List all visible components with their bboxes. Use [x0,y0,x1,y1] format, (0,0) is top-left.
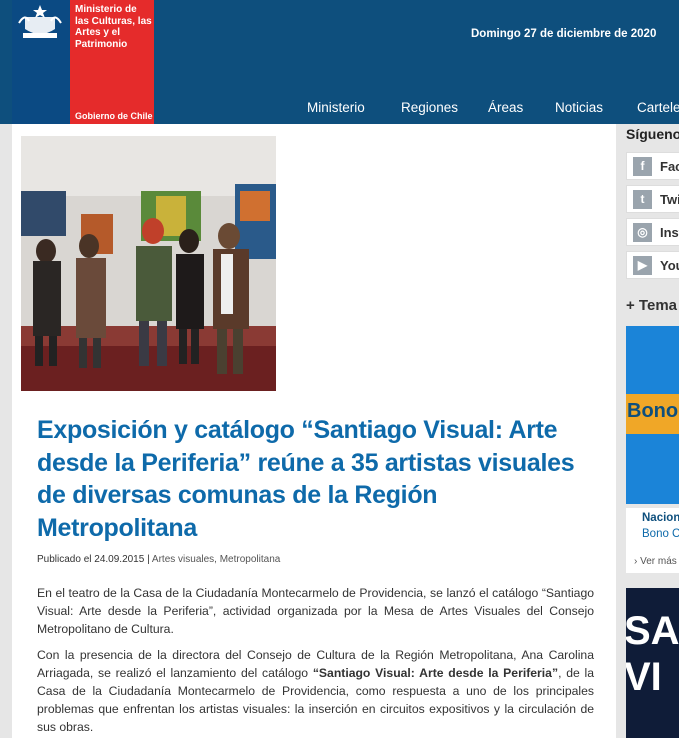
bono-banner[interactable]: Bono [626,326,679,504]
facebook-icon: f [633,157,652,176]
nav-regiones[interactable]: Regiones [401,100,458,115]
article-meta: Publicado el 24.09.2015 | Artes visuales… [37,554,281,565]
article-paragraph-2: Con la presencia de la directora del Con… [37,648,594,734]
article-tags[interactable]: Artes visuales, Metropolitana [152,554,280,565]
social-label: Fac [660,159,679,174]
article-title: Exposición y catálogo “Santiago Visual: … [37,416,575,542]
follow-us-title: Síguenos [626,126,679,142]
article-container: Exposición y catálogo “Santiago Visual: … [12,124,616,738]
current-date: Domingo 27 de diciembre de 2020 [471,28,657,40]
social-facebook[interactable]: f Fac [626,152,679,180]
gobierno-label: Gobierno de Chile [75,111,153,121]
santiago-visual-banner[interactable]: SAN VI [626,588,679,738]
temas-heading[interactable]: + Tema [626,297,677,314]
social-instagram[interactable]: ◎ Inst [626,218,679,246]
youtube-icon: ▶ [633,256,652,275]
social-label: Inst [660,225,679,240]
social-label: Twi [660,192,679,207]
bono-banner-text: Bono [627,400,679,422]
nav-noticias[interactable]: Noticias [555,100,603,115]
twitter-icon: t [633,190,652,209]
ministry-name: Ministerio de las Culturas, las Artes y … [75,4,152,50]
banner-text: SAN VI [626,609,679,699]
tema-title[interactable]: Nacion [642,512,679,524]
ver-mas-link[interactable]: › Ver más [634,556,677,567]
catalog-name: “Santiago Visual: Arte desde la Periferi… [312,666,559,680]
nav-cartelera[interactable]: Cartele [637,100,679,115]
chile-coat-of-arms-icon [18,5,62,38]
article-photo [21,136,276,391]
nav-areas[interactable]: Áreas [488,100,523,115]
instagram-icon: ◎ [633,223,652,242]
article-paragraph-1: En el teatro de la Casa de la Ciudadanía… [37,586,594,636]
social-label: You [660,258,679,273]
social-youtube[interactable]: ▶ You [626,251,679,279]
social-twitter[interactable]: t Twi [626,185,679,213]
publish-date: Publicado el 24.09.2015 [37,554,145,565]
logo-blue-panel[interactable] [12,0,70,124]
nav-ministerio[interactable]: Ministerio [307,100,365,115]
tema-link[interactable]: Bono C [642,528,679,540]
